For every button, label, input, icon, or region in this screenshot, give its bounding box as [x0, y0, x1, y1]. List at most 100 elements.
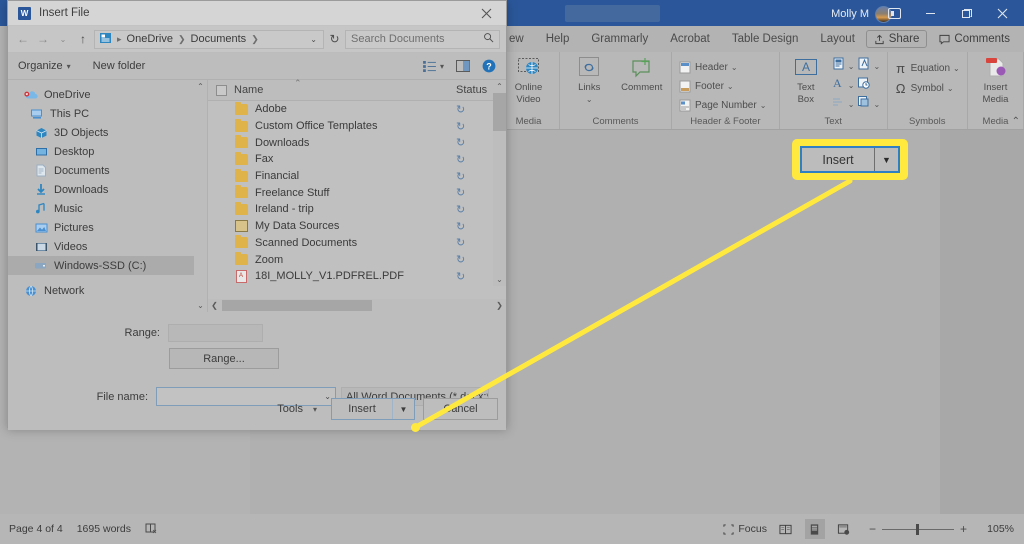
- minimize-icon[interactable]: [912, 0, 948, 26]
- zoom-slider[interactable]: − +: [863, 522, 973, 536]
- insert-split-button[interactable]: Insert ▼: [331, 398, 415, 420]
- zoom-level[interactable]: 105%: [982, 523, 1014, 535]
- file-row-9[interactable]: Zoom ↻: [208, 251, 506, 268]
- sidebar-item-network[interactable]: Network: [8, 281, 207, 300]
- online-video-button[interactable]: Online Video: [504, 55, 553, 105]
- read-mode-icon[interactable]: [776, 519, 796, 539]
- sidebar-scrollbar[interactable]: ⌃ ⌄: [194, 80, 207, 312]
- select-all-checkbox[interactable]: [208, 84, 234, 96]
- tab-acrobat[interactable]: Acrobat: [659, 26, 721, 52]
- sidebar-item-this-pc[interactable]: This PC: [8, 104, 207, 123]
- chevron-down-icon[interactable]: ⌄: [848, 62, 855, 71]
- chevron-down-icon[interactable]: ⌄: [731, 63, 738, 72]
- quick-parts-icon[interactable]: [832, 57, 845, 75]
- forward-icon[interactable]: →: [34, 29, 52, 49]
- search-box[interactable]: [565, 5, 660, 22]
- insert-dropdown-icon[interactable]: ▼: [392, 399, 414, 419]
- file-row-7[interactable]: My Data Sources ↻: [208, 218, 506, 235]
- symbol-button[interactable]: Ω Symbol ⌄: [894, 80, 954, 97]
- links-button[interactable]: Links ⌄: [566, 55, 613, 105]
- back-icon[interactable]: ←: [14, 29, 32, 49]
- file-list-horizontal-scrollbar[interactable]: ❮ ❯: [208, 299, 506, 312]
- header-button[interactable]: Header ⌄: [678, 59, 738, 76]
- drop-cap-icon[interactable]: A: [832, 76, 845, 94]
- file-row-1[interactable]: Custom Office Templates ↻: [208, 118, 506, 135]
- tab-grammarly[interactable]: Grammarly: [580, 26, 659, 52]
- sidebar-item-windows-ssd[interactable]: Windows-SSD (C:): [8, 256, 207, 275]
- insert-button[interactable]: Insert: [332, 399, 392, 419]
- zoom-out-button[interactable]: −: [863, 522, 882, 536]
- web-layout-icon[interactable]: [834, 519, 854, 539]
- chevron-down-icon[interactable]: ⌄: [848, 100, 855, 109]
- equation-button[interactable]: π Equation ⌄: [894, 60, 960, 77]
- chevron-down-icon[interactable]: ⌄: [953, 64, 960, 73]
- change-view-button[interactable]: ▾: [423, 60, 444, 72]
- range-input[interactable]: [168, 324, 263, 342]
- wordart-icon[interactable]: [857, 57, 870, 75]
- file-row-6[interactable]: Ireland - trip ↻: [208, 201, 506, 218]
- file-list-vertical-scrollbar[interactable]: ⌃ ⌄: [493, 80, 506, 286]
- focus-button[interactable]: Focus: [723, 523, 767, 535]
- zoom-track[interactable]: [881, 523, 954, 535]
- range-button[interactable]: Range...: [169, 348, 279, 369]
- chevron-down-icon[interactable]: ⌄: [848, 81, 855, 90]
- sidebar-item-3d-objects[interactable]: 3D Objects: [8, 123, 207, 142]
- search-documents-box[interactable]: Search Documents: [345, 29, 500, 49]
- comment-button[interactable]: Comment: [619, 55, 666, 93]
- insert-media-button[interactable]: Insert Media: [974, 55, 1017, 105]
- tab-help[interactable]: Help: [535, 26, 581, 52]
- collapse-ribbon-icon[interactable]: ⌃: [1012, 116, 1020, 127]
- file-row-10[interactable]: A 18I_MOLLY_V1.PDFREL.PDF ↻: [208, 268, 506, 285]
- sidebar-item-desktop[interactable]: Desktop: [8, 142, 207, 161]
- chevron-down-icon[interactable]: ⌄: [586, 94, 593, 105]
- address-dropdown-icon[interactable]: ⌄: [310, 35, 319, 44]
- chevron-down-icon[interactable]: ⌄: [760, 101, 767, 110]
- signature-line-icon[interactable]: [832, 95, 845, 113]
- file-row-4[interactable]: Financial ↻: [208, 168, 506, 185]
- chevron-down-icon[interactable]: ⌄: [873, 62, 880, 71]
- share-button[interactable]: Share: [865, 30, 928, 48]
- breadcrumb-onedrive[interactable]: OneDrive: [127, 33, 173, 45]
- file-row-8[interactable]: Scanned Documents ↻: [208, 235, 506, 252]
- page-indicator[interactable]: Page 4 of 4: [9, 523, 63, 535]
- address-bar[interactable]: ▸ OneDrive ❯ Documents ❯ ⌄: [94, 29, 324, 49]
- dialog-close-icon[interactable]: [466, 1, 506, 26]
- file-list[interactable]: Adobe ↻ Custom Office Templates ↻ Download…: [208, 101, 506, 286]
- sidebar-item-music[interactable]: Music: [8, 199, 207, 218]
- restore-icon[interactable]: [948, 0, 984, 26]
- scroll-up-icon[interactable]: ⌃: [194, 80, 207, 93]
- comments-button[interactable]: Comments: [931, 30, 1018, 48]
- scroll-down-icon[interactable]: ⌄: [493, 273, 506, 286]
- help-button[interactable]: ?: [482, 59, 496, 73]
- print-layout-icon[interactable]: [804, 519, 825, 539]
- file-row-0[interactable]: Adobe ↻: [208, 101, 506, 118]
- organize-button[interactable]: Organize ▾: [18, 60, 71, 72]
- scroll-thumb[interactable]: [493, 93, 506, 131]
- zoom-handle[interactable]: [915, 523, 919, 535]
- sidebar-item-downloads[interactable]: Downloads: [8, 180, 207, 199]
- file-row-5[interactable]: Freelance Stuff ↻: [208, 184, 506, 201]
- file-row-2[interactable]: Downloads ↻: [208, 134, 506, 151]
- cancel-button[interactable]: Cancel: [423, 398, 498, 420]
- chevron-down-icon[interactable]: ⌄: [947, 84, 954, 93]
- ribbon-display-options-icon[interactable]: [876, 0, 912, 26]
- new-folder-button[interactable]: New folder: [93, 60, 146, 72]
- page-number-button[interactable]: Page Number ⌄: [678, 97, 766, 114]
- preview-pane-button[interactable]: [456, 60, 470, 72]
- sidebar-item-documents[interactable]: Documents: [8, 161, 207, 180]
- column-name[interactable]: Name ⌃: [234, 78, 456, 96]
- tab-table-design[interactable]: Table Design: [721, 26, 809, 52]
- proofing-errors-icon[interactable]: [145, 522, 157, 537]
- text-box-button[interactable]: A Text Box: [786, 55, 826, 105]
- tools-button[interactable]: Tools ▾: [277, 403, 323, 415]
- sidebar-item-pictures[interactable]: Pictures: [8, 218, 207, 237]
- scroll-thumb-h[interactable]: [222, 300, 372, 311]
- up-icon[interactable]: ↑: [74, 29, 92, 49]
- scroll-down-icon[interactable]: ⌄: [194, 299, 207, 312]
- close-icon[interactable]: [984, 0, 1020, 26]
- sidebar-item-videos[interactable]: Videos: [8, 237, 207, 256]
- scroll-left-icon[interactable]: ❮: [208, 301, 221, 310]
- file-row-11[interactable]: A2015_06_24_15_01_38.pdf↻: [208, 285, 506, 286]
- chevron-down-icon[interactable]: ⌄: [873, 100, 880, 109]
- word-count[interactable]: 1695 words: [77, 523, 131, 535]
